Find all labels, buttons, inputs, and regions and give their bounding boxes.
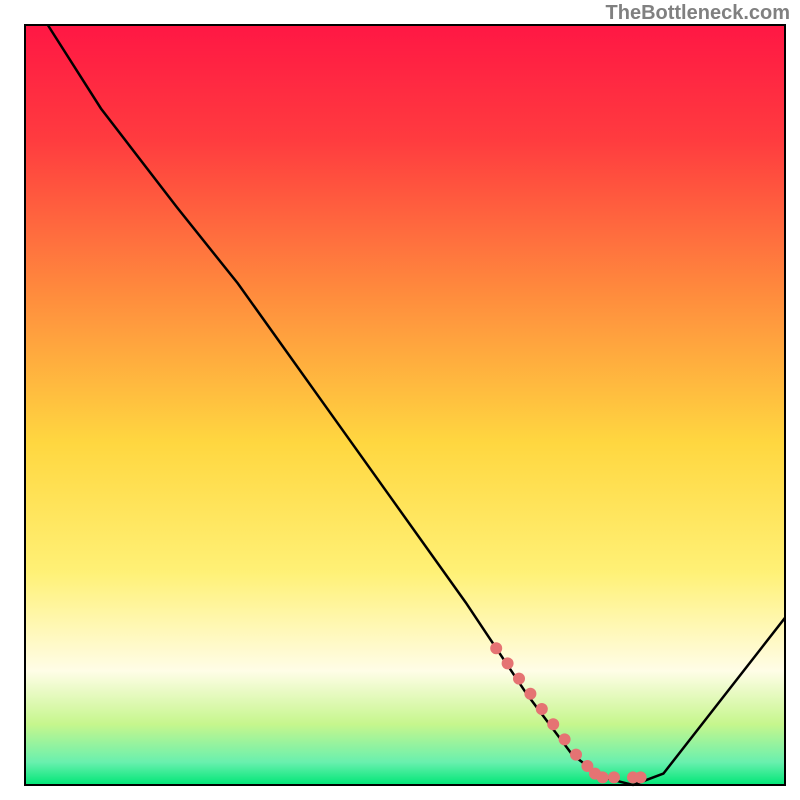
scatter-dot — [490, 642, 502, 654]
scatter-dot — [502, 657, 514, 669]
scatter-dot — [570, 749, 582, 761]
bottleneck-chart — [0, 0, 800, 800]
scatter-dot — [547, 718, 559, 730]
scatter-dot — [513, 673, 525, 685]
watermark-text: TheBottleneck.com — [606, 2, 790, 25]
scatter-dot — [536, 703, 548, 715]
chart-container: TheBottleneck.com — [0, 0, 800, 800]
scatter-dot — [608, 771, 620, 783]
scatter-dot — [524, 688, 536, 700]
scatter-dot — [597, 771, 609, 783]
scatter-dot — [635, 771, 647, 783]
scatter-dot — [559, 733, 571, 745]
plot-background — [25, 25, 785, 785]
